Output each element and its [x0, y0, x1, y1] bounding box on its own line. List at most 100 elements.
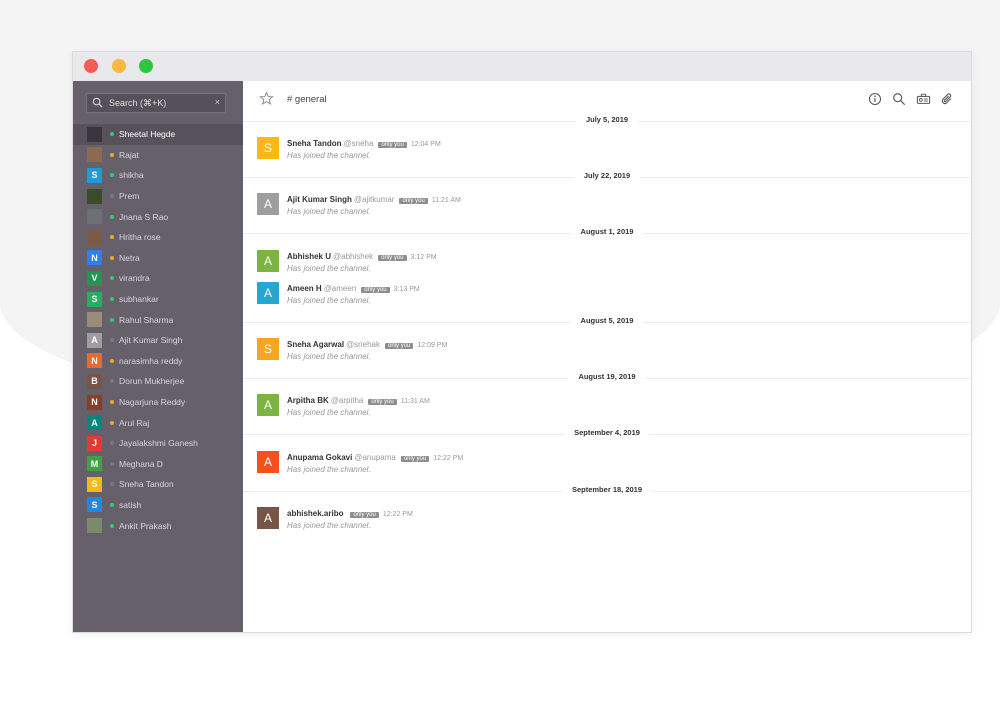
- avatar: [87, 209, 102, 225]
- sidebar-item-dm[interactable]: Rajat: [73, 145, 243, 166]
- sidebar-item-dm[interactable]: Sshikha: [73, 165, 243, 186]
- main-panel: # general July 5, 2019 S Sneha Tandon @sneh…: [243, 81, 971, 632]
- status-dot: [110, 400, 114, 405]
- status-dot: [110, 194, 114, 199]
- message-timestamp: 3:12 PM: [410, 254, 437, 261]
- message-item: S Sneha Agarwal @snehak only you 12:09 PM Has…: [257, 338, 957, 364]
- message-timestamp: 3:13 PM: [393, 286, 420, 293]
- message-text: Has joined the channel.: [287, 207, 371, 216]
- message-text: Has joined the channel.: [287, 521, 371, 530]
- status-dot: [110, 173, 114, 178]
- avatar[interactable]: A: [257, 282, 279, 304]
- message-item: A Ajit Kumar Singh @ajitkumar only you 11:21…: [257, 193, 957, 219]
- sidebar-item-dm[interactable]: Vvirandra: [73, 268, 243, 289]
- sidebar-item-dm[interactable]: Rahul Sharma: [73, 309, 243, 330]
- sidebar-item-label: subhankar: [119, 294, 159, 305]
- avatar[interactable]: A: [257, 507, 279, 529]
- search-icon[interactable]: [892, 92, 907, 107]
- sidebar-item-dm[interactable]: Ssatish: [73, 495, 243, 516]
- visibility-badge: only you: [378, 255, 407, 261]
- sidebar-item-label: Rahul Sharma: [119, 314, 174, 325]
- avatar: [87, 229, 102, 245]
- sidebar-item-dm[interactable]: Sheetal Hegde: [73, 124, 243, 145]
- avatar[interactable]: A: [257, 451, 279, 473]
- sidebar-item-dm[interactable]: Nnarasimha reddy: [73, 351, 243, 372]
- message-author[interactable]: Arpitha BK: [287, 396, 329, 405]
- sidebar-item-label: virandra: [119, 273, 150, 284]
- clear-search-icon[interactable]: ×: [215, 97, 220, 107]
- avatar: B: [87, 373, 102, 389]
- sidebar-item-label: Ankit Prakash: [119, 520, 172, 531]
- sidebar-item-dm[interactable]: N Netra: [73, 248, 243, 269]
- message-username: @sneha: [343, 139, 374, 148]
- status-dot: [110, 441, 114, 446]
- status-dot: [110, 132, 114, 137]
- date-label: August 5, 2019: [570, 316, 644, 325]
- sidebar-item-dm[interactable]: Ssubhankar: [73, 289, 243, 310]
- sidebar-item-label: Ajit Kumar Singh: [119, 335, 183, 346]
- channel-header: # general: [243, 81, 971, 119]
- avatar: [87, 312, 102, 328]
- sidebar-item-dm[interactable]: A Ajit Kumar Singh: [73, 330, 243, 351]
- direct-message-list: Sheetal Hegde Rajat Sshikha Prem Jnana S Rao…: [73, 124, 243, 536]
- avatar[interactable]: A: [257, 193, 279, 215]
- date-label: September 18, 2019: [561, 485, 653, 494]
- message-author[interactable]: Sneha Agarwal: [287, 340, 344, 349]
- avatar[interactable]: S: [257, 137, 279, 159]
- message-author[interactable]: Ajit Kumar Singh: [287, 195, 352, 204]
- sidebar-item-label: Netra: [119, 252, 140, 263]
- message-text: Has joined the channel.: [287, 352, 371, 361]
- sidebar-item-label: Sheetal Hegde: [119, 129, 176, 140]
- attachment-icon[interactable]: [940, 92, 955, 107]
- window-titlebar: [73, 52, 971, 82]
- maximize-window-button[interactable]: [139, 59, 153, 73]
- search-input[interactable]: Search (⌘+K) ×: [86, 93, 226, 113]
- date-label: July 5, 2019: [575, 115, 639, 124]
- message-timestamp: 12:09 PM: [417, 342, 448, 349]
- channel-name: # general: [287, 94, 327, 105]
- sidebar-item-dm[interactable]: Jnana S Rao: [73, 206, 243, 227]
- status-dot: [110, 276, 114, 281]
- sidebar-item-dm[interactable]: A Arul Raj: [73, 412, 243, 433]
- status-dot: [110, 379, 114, 384]
- visibility-badge: only you: [368, 399, 397, 405]
- info-icon[interactable]: [868, 92, 883, 107]
- message-author[interactable]: Sneha Tandon: [287, 139, 342, 148]
- sidebar-item-dm[interactable]: Hritha rose: [73, 227, 243, 248]
- sidebar-item-label: Nagarjuna Reddy: [119, 397, 186, 408]
- status-dot: [110, 482, 114, 487]
- message-username: @arpitha: [330, 396, 364, 405]
- avatar[interactable]: S: [257, 338, 279, 360]
- avatar[interactable]: A: [257, 250, 279, 272]
- sidebar-item-label: shikha: [119, 170, 144, 181]
- members-icon[interactable]: [916, 92, 931, 107]
- minimize-window-button[interactable]: [112, 59, 126, 73]
- sidebar-item-dm[interactable]: Prem: [73, 186, 243, 207]
- sidebar-item-dm[interactable]: M Meghana D: [73, 454, 243, 475]
- avatar: [87, 147, 102, 163]
- sidebar-item-dm[interactable]: J Jayalakshmi Ganesh: [73, 433, 243, 454]
- sidebar-item-dm[interactable]: Ankit Prakash: [73, 515, 243, 536]
- message-author[interactable]: Abhishek U: [287, 252, 331, 261]
- star-icon[interactable]: [259, 91, 274, 111]
- message-author[interactable]: Ameen H: [287, 284, 322, 293]
- sidebar-item-label: Sneha Tandon: [119, 479, 174, 490]
- message-author[interactable]: Anupama Gokavi: [287, 453, 352, 462]
- sidebar-item-label: Jnana S Rao: [119, 211, 169, 222]
- sidebar-item-dm[interactable]: B Dorun Mukherjee: [73, 371, 243, 392]
- date-label: September 4, 2019: [564, 428, 650, 437]
- close-window-button[interactable]: [84, 59, 98, 73]
- avatar[interactable]: A: [257, 394, 279, 416]
- avatar: N: [87, 250, 102, 266]
- date-separator: July 5, 2019: [243, 115, 971, 124]
- sidebar-item-dm[interactable]: N Nagarjuna Reddy: [73, 392, 243, 413]
- date-separator: September 4, 2019: [243, 428, 971, 437]
- sidebar-item-dm[interactable]: S Sneha Tandon: [73, 474, 243, 495]
- message-timestamp: 11:31 AM: [400, 398, 430, 405]
- search-icon: [92, 97, 103, 110]
- message-text: Has joined the channel.: [287, 465, 371, 474]
- status-dot: [110, 297, 114, 302]
- status-dot: [110, 235, 114, 240]
- message-author[interactable]: abhishek.aribo: [287, 509, 343, 518]
- date-separator: August 19, 2019: [243, 372, 971, 381]
